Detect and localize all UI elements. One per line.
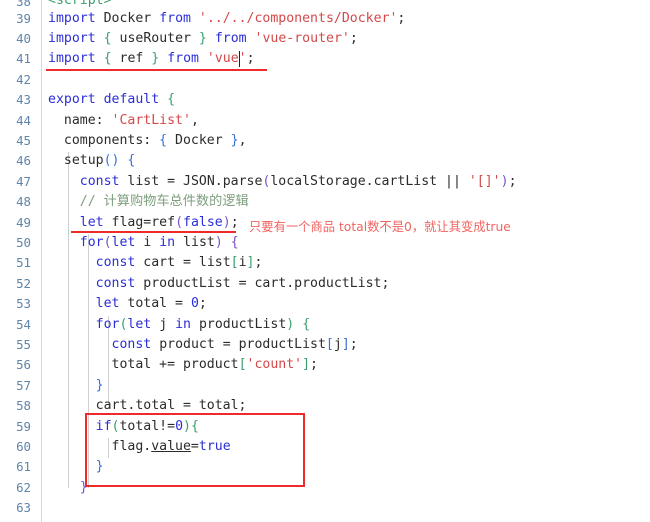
line-number: 63 (16, 500, 31, 516)
code-line-56[interactable]: total += product['count']; (48, 355, 318, 375)
code-line-41[interactable]: import { ref } from 'vue'; (48, 49, 255, 69)
code-line-43[interactable]: export default { (48, 90, 175, 110)
line-number: 50 (16, 235, 31, 250)
line-number: 57 (16, 377, 31, 393)
code-line-42[interactable] (48, 70, 56, 90)
line-number: 49 (16, 214, 31, 230)
line-number: 44 (16, 112, 31, 128)
line-number: 58 (16, 398, 31, 414)
red-underline-line-49 (71, 231, 236, 233)
code-line-45[interactable]: components: { Docker }, (48, 131, 247, 151)
line-number: 42 (16, 71, 31, 87)
code-line-48[interactable]: // 计算购物车总件数的逻辑 (48, 192, 249, 212)
line-number: 51 (16, 255, 31, 271)
code-editor[interactable]: 38 39 40 41 42 43 44 45 46 47 48 49 50 5… (0, 0, 650, 522)
code-line-49[interactable]: let flag=ref(false); (48, 213, 239, 233)
line-number: 56 (16, 357, 31, 373)
code-line-50[interactable]: for(let i in list) { (48, 233, 239, 253)
code-line-44[interactable]: name: 'CartList', (48, 111, 199, 131)
line-number: 55 (16, 337, 31, 352)
line-number-spacer (1, 0, 31, 20)
line-number: 45 (16, 133, 31, 148)
text-cursor (239, 51, 241, 67)
line-number: 52 (16, 275, 31, 291)
code-content[interactable]: <script> import Docker from '../../compo… (48, 0, 650, 522)
code-line-47[interactable]: const list = JSON.parse(localStorage.car… (48, 172, 517, 192)
code-line-55[interactable]: const product = productList[j]; (48, 335, 358, 355)
code-line-61[interactable]: } (48, 457, 104, 477)
inline-annotation-note: 只要有一个商品 total数不是0，就让其变成true (249, 220, 511, 234)
code-line-63[interactable] (48, 498, 56, 518)
line-number: 40 (16, 31, 31, 46)
line-number: 60 (16, 439, 31, 454)
line-number: 62 (16, 479, 31, 495)
line-number-gutter: 38 39 40 41 42 43 44 45 46 47 48 49 50 5… (0, 0, 41, 522)
code-line-54[interactable]: for(let j in productList) { (48, 315, 311, 335)
line-number: 41 (16, 51, 31, 67)
line-number: 47 (16, 173, 31, 189)
line-number: 46 (16, 153, 31, 169)
code-line-58[interactable]: cart.total = total; (48, 396, 247, 416)
code-line-62[interactable]: } (48, 478, 88, 498)
code-line-40[interactable]: import { useRouter } from 'vue-router'; (48, 29, 358, 49)
gutter-divider (41, 0, 42, 522)
line-number: 53 (16, 296, 31, 312)
code-line-46[interactable]: setup() { (48, 151, 136, 171)
code-line-51[interactable]: const cart = list[i]; (48, 253, 263, 273)
code-line-57[interactable]: } (48, 376, 104, 396)
line-number: 43 (16, 92, 31, 108)
line-number: 54 (16, 316, 31, 332)
code-line-60[interactable]: flag.value=true (48, 437, 231, 457)
code-line-59[interactable]: if(total!=0){ (48, 417, 199, 437)
code-line-39[interactable]: import Docker from '../../components/Doc… (48, 9, 405, 29)
line-number: 59 (16, 418, 31, 434)
line-number: 48 (16, 194, 31, 210)
line-number: 61 (16, 459, 31, 475)
code-line-53[interactable]: let total = 0; (48, 294, 207, 314)
code-line-52[interactable]: const productList = cart.productList; (48, 274, 390, 294)
red-underline-line-41 (46, 69, 267, 71)
